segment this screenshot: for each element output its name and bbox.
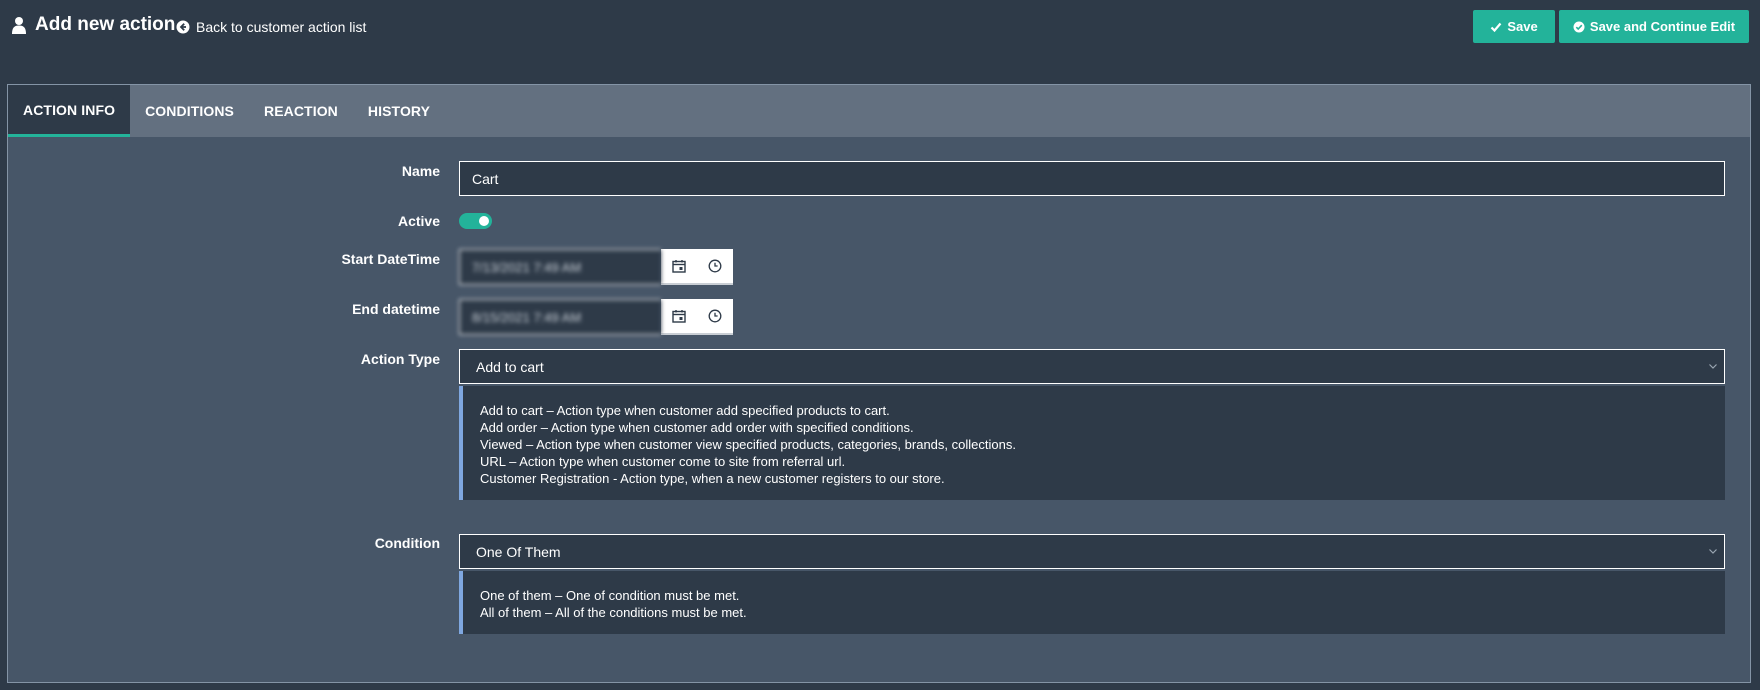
tab-history[interactable]: HISTORY bbox=[353, 85, 445, 137]
save-label: Save bbox=[1507, 19, 1538, 34]
action-type-select[interactable]: Add to cart bbox=[459, 349, 1725, 384]
calendar-icon bbox=[672, 310, 686, 323]
name-label: Name bbox=[401, 163, 440, 179]
start-time-button[interactable] bbox=[697, 249, 733, 285]
toggle-knob bbox=[479, 216, 489, 226]
hint-line: Add order – Action type when customer ad… bbox=[480, 420, 914, 435]
hint-line: Viewed – Action type when customer view … bbox=[480, 437, 1016, 452]
page-header: Add new action Back to customer action l… bbox=[0, 0, 1760, 56]
start-datetime-label: Start DateTime bbox=[341, 251, 440, 267]
tab-conditions[interactable]: CONDITIONS bbox=[130, 85, 249, 137]
page-title: Add new action bbox=[35, 14, 176, 35]
check-icon bbox=[1491, 22, 1502, 32]
tab-reaction[interactable]: REACTION bbox=[249, 85, 353, 137]
start-date-button[interactable] bbox=[661, 249, 697, 285]
name-input[interactable]: Cart bbox=[459, 161, 1725, 196]
start-datetime-input[interactable]: 7/13/2021 7:49 AM bbox=[459, 249, 661, 285]
hint-line: One of them – One of condition must be m… bbox=[480, 588, 740, 603]
user-icon bbox=[12, 17, 26, 34]
save-continue-label: Save and Continue Edit bbox=[1589, 19, 1736, 34]
condition-help: One of them – One of condition must be m… bbox=[459, 571, 1725, 634]
save-button[interactable]: Save bbox=[1473, 10, 1555, 43]
start-datetime-picker: 7/13/2021 7:49 AM bbox=[459, 249, 733, 285]
tab-bar: ACTION INFO CONDITIONS REACTION HISTORY bbox=[8, 85, 1750, 137]
action-type-label: Action Type bbox=[360, 351, 440, 367]
hint-line: All of them – All of the conditions must… bbox=[480, 605, 747, 620]
action-type-value: Add to cart bbox=[476, 358, 544, 375]
condition-select[interactable]: One Of Them bbox=[459, 534, 1725, 569]
back-link-label: Back to customer action list bbox=[196, 19, 367, 35]
check-circle-icon bbox=[1573, 21, 1585, 32]
chevron-down-icon bbox=[1709, 364, 1717, 369]
end-date-button[interactable] bbox=[661, 299, 697, 335]
chevron-down-icon bbox=[1709, 549, 1717, 554]
clock-icon bbox=[708, 259, 722, 273]
condition-value: One Of Them bbox=[476, 543, 561, 560]
tab-action-info[interactable]: ACTION INFO bbox=[8, 85, 131, 137]
action-type-help: Add to cart – Action type when customer … bbox=[459, 386, 1725, 500]
active-label: Active bbox=[397, 213, 440, 229]
active-toggle[interactable] bbox=[459, 213, 492, 229]
calendar-icon bbox=[672, 260, 686, 273]
back-to-list-link[interactable]: Back to customer action list bbox=[176, 19, 366, 35]
save-continue-button[interactable]: Save and Continue Edit bbox=[1559, 10, 1749, 43]
end-time-button[interactable] bbox=[697, 299, 733, 335]
end-datetime-label: End datetime bbox=[352, 301, 440, 317]
hint-line: URL – Action type when customer come to … bbox=[480, 454, 846, 469]
hint-line: Customer Registration - Action type, whe… bbox=[480, 471, 945, 486]
hint-line: Add to cart – Action type when customer … bbox=[480, 403, 890, 418]
page-title-group: Add new action bbox=[12, 14, 175, 36]
clock-icon bbox=[708, 309, 722, 323]
end-datetime-input[interactable]: 8/15/2021 7:49 AM bbox=[459, 299, 661, 335]
condition-label: Condition bbox=[374, 535, 440, 551]
arrow-circle-left-icon bbox=[176, 20, 190, 34]
end-datetime-picker: 8/15/2021 7:49 AM bbox=[459, 299, 733, 335]
